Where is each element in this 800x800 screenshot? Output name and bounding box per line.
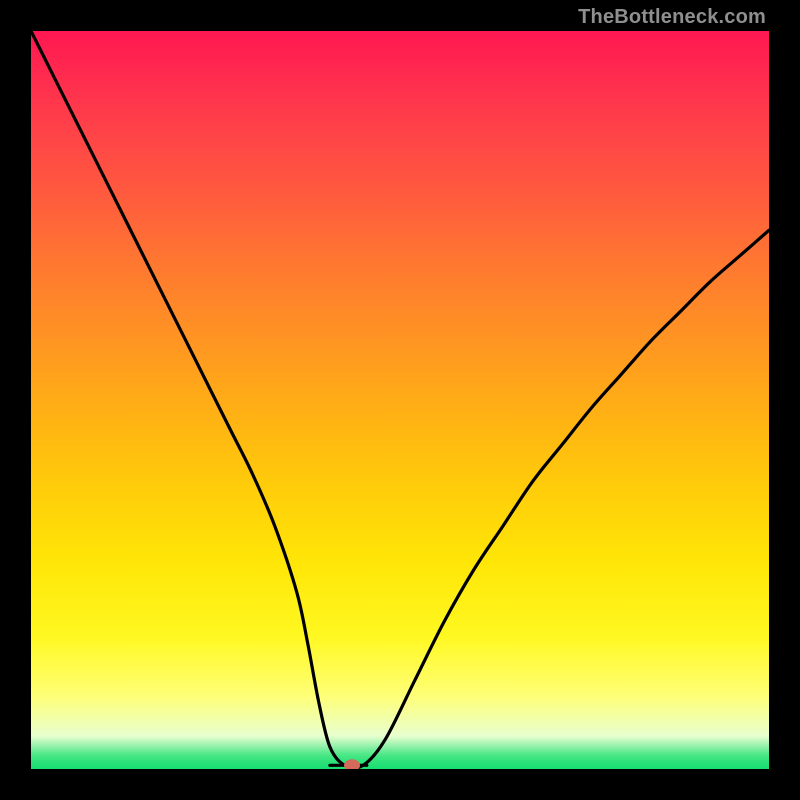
curve-layer [31,31,769,769]
plot-area [31,31,769,769]
minimum-marker-icon [344,759,360,769]
chart-frame: TheBottleneck.com [0,0,800,800]
watermark-label: TheBottleneck.com [578,6,766,29]
bottleneck-curve [31,31,769,768]
